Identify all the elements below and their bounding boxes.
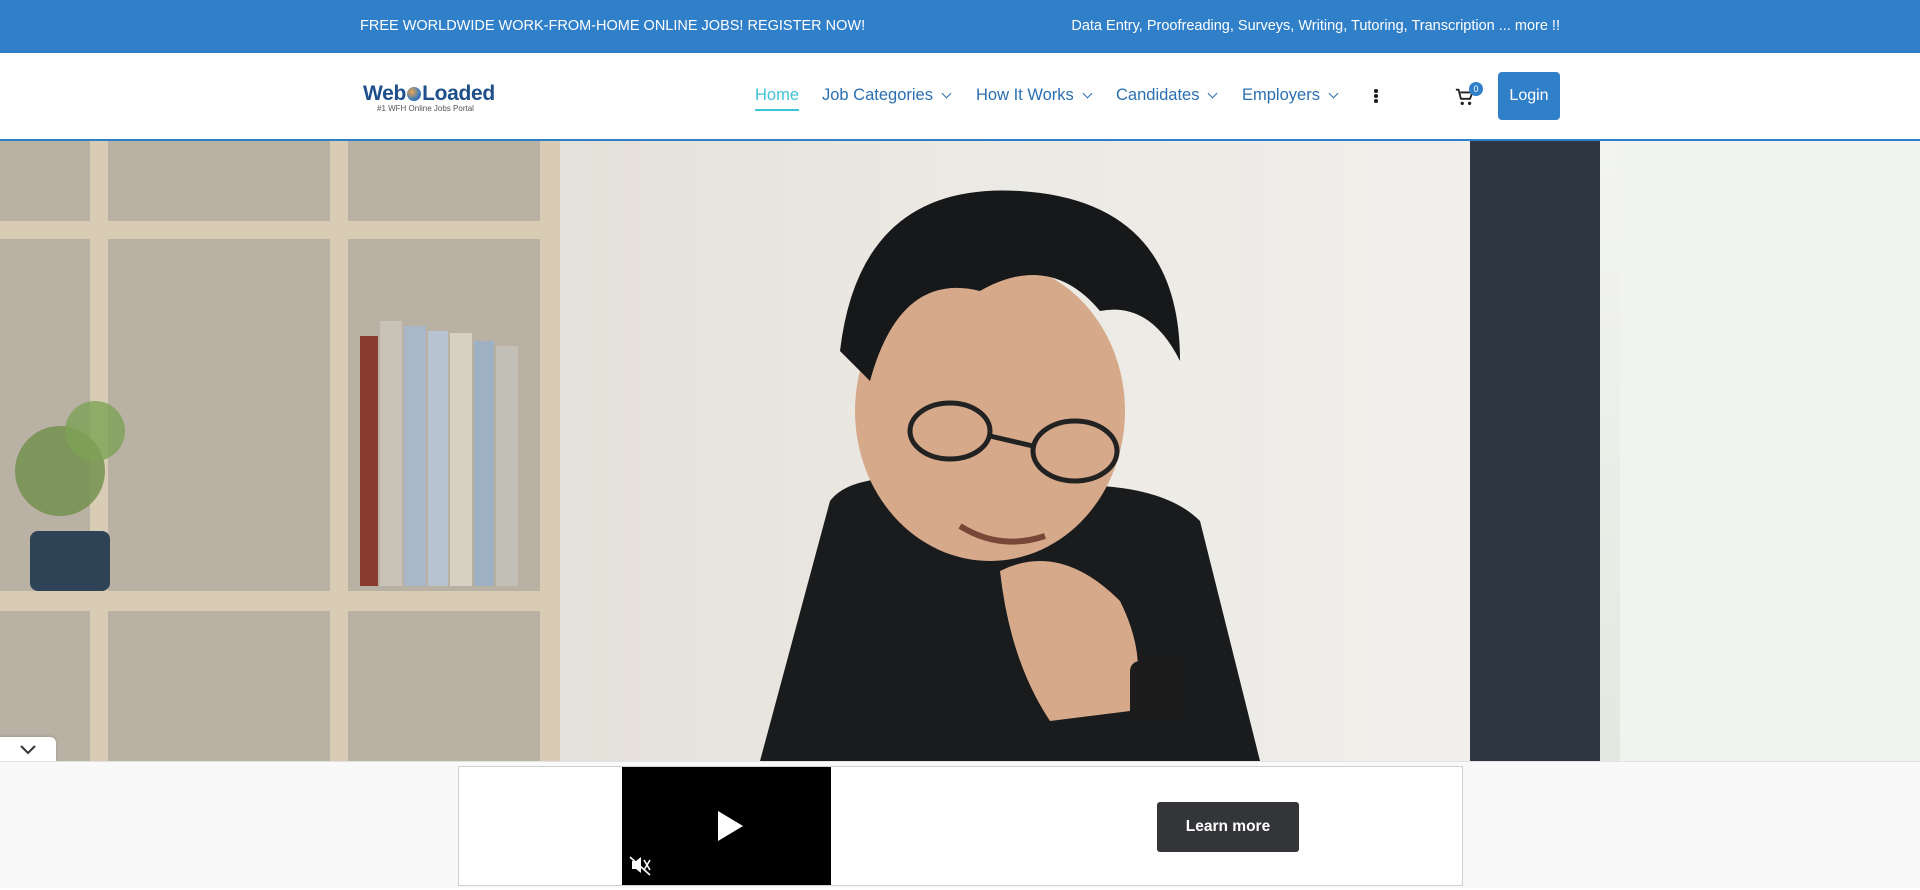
announcement-bar: FREE WORLDWIDE WORK-FROM-HOME ONLINE JOB… [0, 0, 1920, 53]
nav-item-employers[interactable]: Employers [1242, 86, 1339, 105]
chevron-down-icon [1208, 88, 1218, 99]
announcement-right-text[interactable]: Data Entry, Proofreading, Surveys, Writi… [1071, 18, 1560, 34]
globe-icon [407, 87, 422, 101]
video-controls [629, 811, 743, 876]
ad-banner[interactable] [458, 766, 1463, 886]
chevron-down-icon [20, 745, 36, 755]
cart-count-badge: 0 [1469, 82, 1483, 96]
announcement-left-text[interactable]: FREE WORLDWIDE WORK-FROM-HOME ONLINE JOB… [360, 18, 865, 34]
nav-item-how-it-works[interactable]: How It Works [976, 86, 1093, 105]
kebab-icon[interactable] [1374, 89, 1378, 103]
login-button[interactable]: Login [1498, 72, 1560, 120]
hero-image [0, 141, 1920, 761]
ad-video[interactable] [622, 767, 831, 885]
muted-speaker-icon[interactable] [629, 856, 651, 876]
ad-collapse-tab[interactable] [0, 737, 56, 763]
chevron-down-icon [1082, 88, 1093, 99]
logo-name-part1: Web [363, 82, 407, 105]
nav-item-label: Candidates [1116, 86, 1200, 104]
nav-item-home[interactable]: Home [755, 86, 800, 111]
chevron-down-icon [1328, 88, 1339, 99]
learn-more-button[interactable]: Learn more [1157, 802, 1299, 852]
nav-item-label: Home [755, 86, 800, 104]
play-icon[interactable] [718, 811, 743, 841]
site-header [0, 53, 1920, 141]
site-logo[interactable]: Web Loaded #1 WFH Online Jobs Portal [363, 82, 513, 118]
nav-item-label: How It Works [976, 86, 1074, 104]
nav-item-label: Employers [1242, 86, 1320, 104]
nav-item-job-categories[interactable]: Job Categories [822, 86, 952, 105]
nav-item-candidates[interactable]: Candidates [1116, 86, 1218, 105]
nav-item-label: Job Categories [822, 86, 933, 104]
hero-photo [0, 141, 1920, 761]
chevron-down-icon [941, 88, 952, 99]
logo-name-part2: Loaded [422, 82, 495, 105]
